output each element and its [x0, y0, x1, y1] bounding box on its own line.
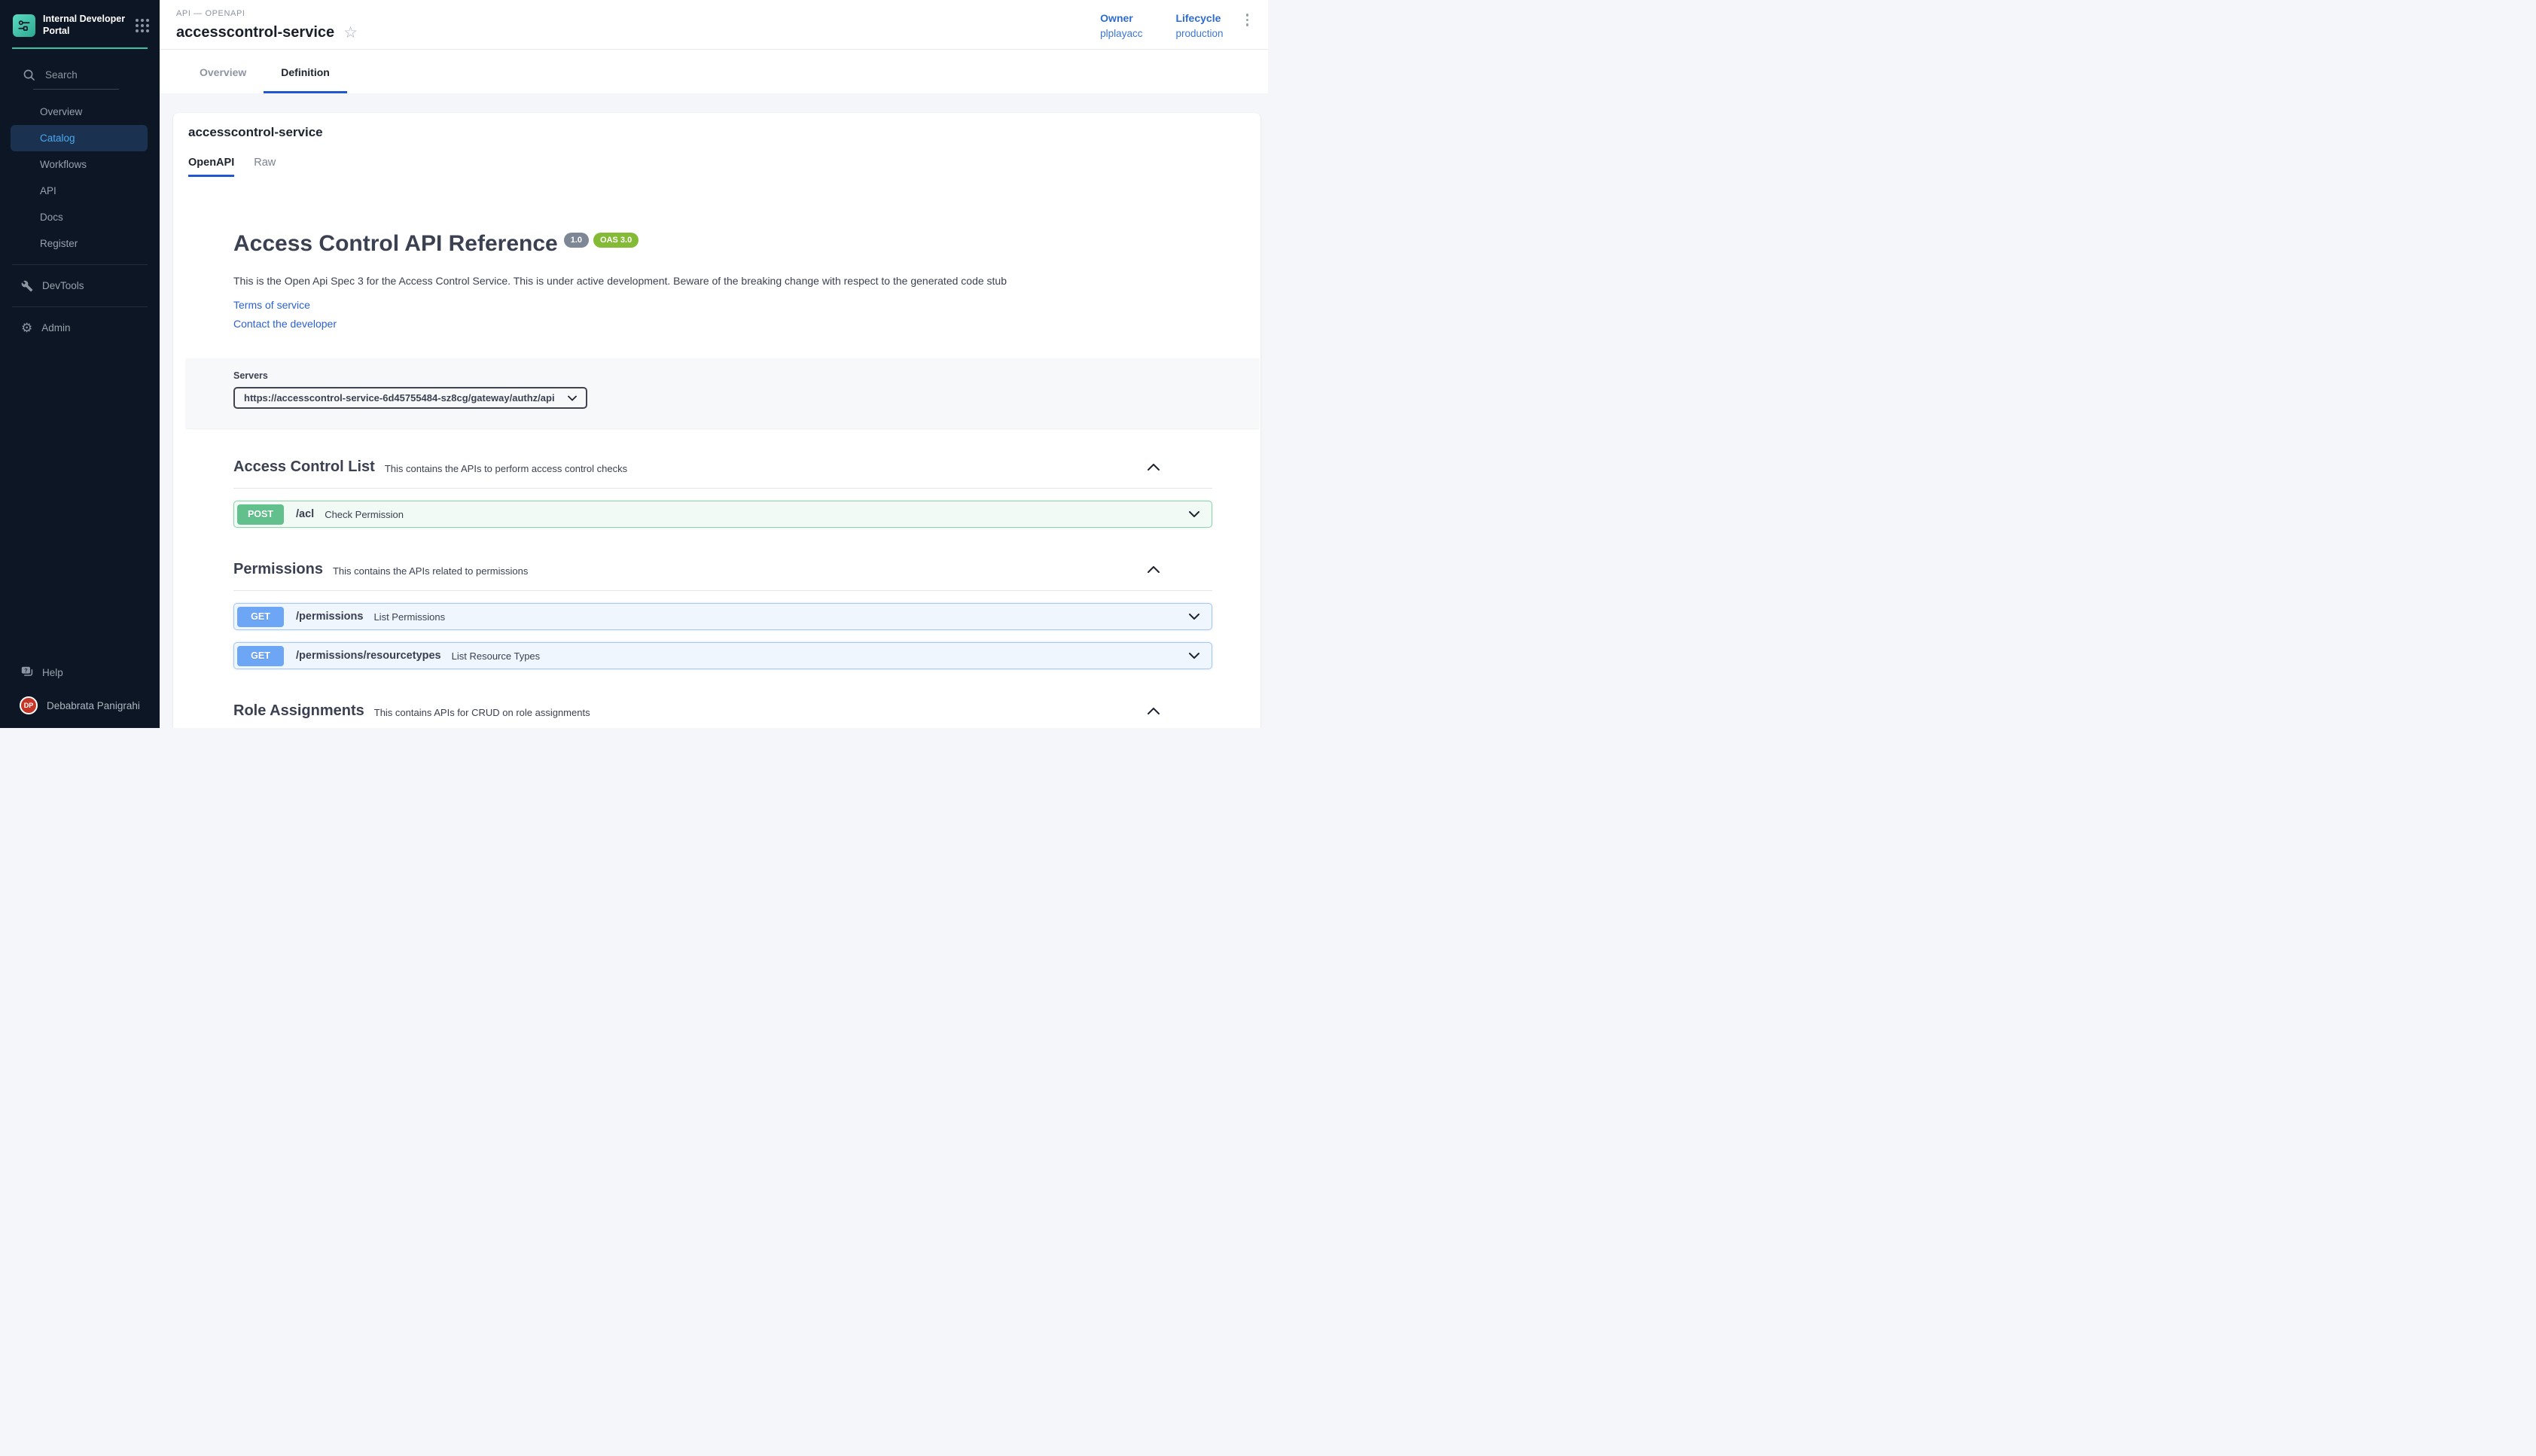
sidebar: Internal Developer Portal Search Overvie…	[0, 0, 160, 728]
chevron-down-icon[interactable]	[1189, 653, 1199, 659]
operation-post-acl[interactable]: POST /acl Check Permission	[233, 501, 1212, 528]
sidebar-item-overview[interactable]: Overview	[0, 99, 160, 125]
sidebar-divider	[12, 306, 148, 307]
tab-raw[interactable]: Raw	[254, 157, 276, 177]
brand-accent-rule	[12, 47, 148, 49]
api-sections: Access Control List This contains the AP…	[233, 458, 1212, 728]
breadcrumb[interactable]: API — OPENAPI	[176, 9, 1100, 18]
content: accesscontrol-service OpenAPI Raw Access…	[160, 93, 1268, 728]
lifecycle-label: Lifecycle	[1175, 12, 1223, 24]
sidebar-item-docs[interactable]: Docs	[0, 204, 160, 230]
card-title: accesscontrol-service	[173, 125, 1260, 140]
sidebar-divider	[12, 264, 148, 265]
tab-definition[interactable]: Definition	[264, 50, 347, 93]
chevron-down-icon	[568, 395, 577, 401]
contact-developer-link[interactable]: Contact the developer	[233, 318, 337, 330]
apps-grid-icon[interactable]	[136, 19, 149, 32]
section-name: Permissions	[233, 561, 323, 578]
section-header[interactable]: Access Control List This contains the AP…	[233, 458, 1212, 489]
sidebar-item-api[interactable]: API	[0, 178, 160, 204]
entity-tabs: Overview Definition	[160, 50, 1268, 93]
sidebar-item-admin[interactable]: ⚙ Admin	[0, 315, 160, 341]
section-description: This contains the APIs to perform access…	[385, 460, 627, 474]
api-info: Access Control API Reference 1.0 OAS 3.0…	[233, 231, 1212, 330]
server-select[interactable]: https://accesscontrol-service-6d45755484…	[233, 387, 587, 409]
section-permissions: Permissions This contains the APIs relat…	[233, 561, 1212, 669]
owner-value-link[interactable]: plplayacc	[1100, 28, 1142, 39]
section-access-control-list: Access Control List This contains the AP…	[233, 458, 1212, 528]
main-area: API — OPENAPI accesscontrol-service ☆ Ow…	[160, 0, 1268, 728]
definition-card: accesscontrol-service OpenAPI Raw Access…	[173, 113, 1260, 728]
portal-logo-icon[interactable]	[13, 14, 35, 37]
section-name: Access Control List	[233, 458, 375, 476]
help-icon: ?	[21, 666, 33, 678]
servers-panel: Servers https://accesscontrol-service-6d…	[186, 358, 1259, 428]
collapse-section-button[interactable]	[1145, 561, 1163, 578]
more-options-icon[interactable]	[1242, 9, 1254, 31]
chevron-down-icon[interactable]	[1189, 614, 1199, 620]
lifecycle-meta: Lifecycle production	[1175, 12, 1223, 39]
operation-summary: Check Permission	[325, 509, 404, 520]
page-title: accesscontrol-service	[176, 24, 334, 41]
sidebar-user[interactable]: DP Debabrata Panigrahi	[0, 686, 160, 728]
avatar: DP	[20, 696, 38, 714]
help-label: Help	[42, 667, 63, 678]
server-url-value: https://accesscontrol-service-6d45755484…	[244, 392, 568, 404]
search-label: Search	[45, 69, 78, 81]
sidebar-item-register[interactable]: Register	[0, 230, 160, 257]
section-name: Role Assignments	[233, 702, 364, 720]
swagger-ui: Access Control API Reference 1.0 OAS 3.0…	[173, 231, 1260, 728]
operation-path: /permissions	[296, 611, 363, 623]
method-badge: POST	[237, 504, 284, 525]
version-badge: 1.0	[564, 233, 589, 248]
section-role-assignments: Role Assignments This contains APIs for …	[233, 702, 1212, 728]
wrench-icon	[21, 280, 33, 292]
search-underline	[33, 89, 119, 90]
operation-summary: List Resource Types	[452, 650, 541, 662]
entity-header: API — OPENAPI accesscontrol-service ☆ Ow…	[160, 0, 1268, 50]
user-name: Debabrata Panigrahi	[47, 700, 140, 711]
api-title: Access Control API Reference	[233, 231, 558, 257]
search-icon	[23, 69, 35, 81]
operation-path: /acl	[296, 508, 314, 520]
section-header[interactable]: Role Assignments This contains APIs for …	[233, 702, 1212, 728]
collapse-section-button[interactable]	[1145, 458, 1163, 476]
tab-openapi[interactable]: OpenAPI	[188, 157, 234, 177]
svg-text:?: ?	[24, 667, 27, 674]
operation-path: /permissions/resourcetypes	[296, 650, 441, 662]
tab-overview[interactable]: Overview	[182, 50, 264, 93]
collapse-section-button[interactable]	[1145, 702, 1163, 720]
sidebar-item-devtools[interactable]: DevTools	[0, 273, 160, 299]
method-badge: GET	[237, 607, 284, 627]
devtools-label: DevTools	[42, 280, 84, 291]
operation-get-permissions-resourcetypes[interactable]: GET /permissions/resourcetypes List Reso…	[233, 642, 1212, 669]
section-header[interactable]: Permissions This contains the APIs relat…	[233, 561, 1212, 591]
section-description: This contains APIs for CRUD on role assi…	[374, 704, 590, 718]
sidebar-item-help[interactable]: ? Help	[0, 659, 160, 686]
sidebar-item-catalog[interactable]: Catalog	[11, 125, 148, 151]
owner-meta: Owner plplayacc	[1100, 12, 1142, 39]
definition-format-tabs: OpenAPI Raw	[173, 157, 1260, 177]
admin-label: Admin	[41, 322, 70, 334]
operation-get-permissions[interactable]: GET /permissions List Permissions	[233, 603, 1212, 630]
operation-summary: List Permissions	[373, 611, 445, 623]
sidebar-search[interactable]: Search	[23, 69, 160, 81]
star-favorite-icon[interactable]: ☆	[343, 25, 358, 41]
chevron-down-icon[interactable]	[1189, 511, 1199, 517]
brand: Internal Developer Portal	[0, 0, 160, 37]
section-description: This contains the APIs related to permis…	[333, 562, 528, 577]
terms-of-service-link[interactable]: Terms of service	[233, 299, 310, 311]
api-description: This is the Open Api Spec 3 for the Acce…	[233, 275, 1212, 287]
lifecycle-value: production	[1175, 28, 1223, 39]
sidebar-item-workflows[interactable]: Workflows	[0, 151, 160, 178]
sidebar-nav: Overview Catalog Workflows API Docs Regi…	[0, 99, 160, 257]
oas-badge: OAS 3.0	[593, 233, 639, 248]
method-badge: GET	[237, 646, 284, 666]
brand-title: Internal Developer Portal	[43, 14, 128, 37]
owner-label: Owner	[1100, 12, 1142, 24]
gear-icon: ⚙	[21, 321, 32, 334]
servers-label: Servers	[233, 370, 1259, 381]
